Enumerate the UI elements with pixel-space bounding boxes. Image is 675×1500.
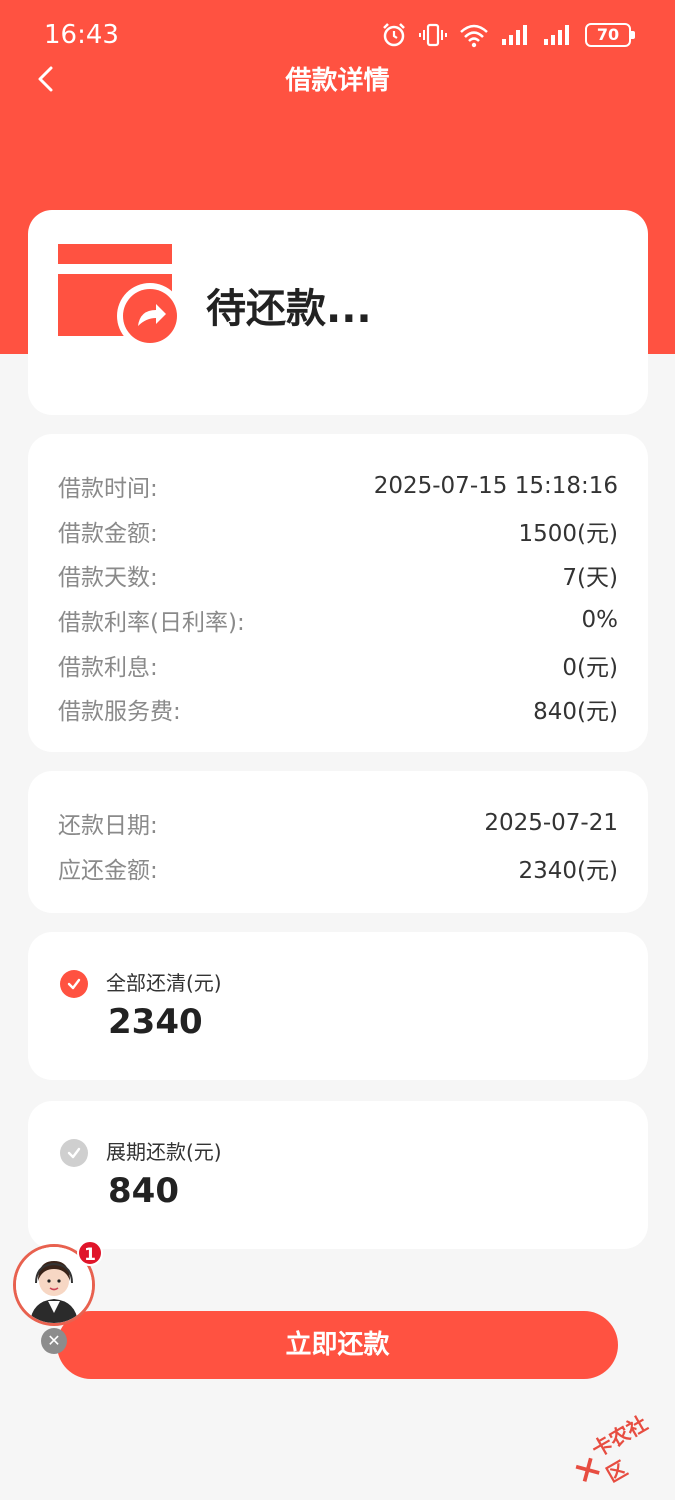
status-icons: 70	[381, 18, 635, 52]
info-label: 借款利息:	[58, 654, 158, 681]
signal-icon	[502, 25, 527, 45]
nav-bar: 借款详情	[0, 50, 675, 108]
wifi-icon	[460, 24, 488, 48]
page-title: 借款详情	[285, 66, 390, 96]
info-value: 7(天)	[562, 565, 618, 592]
battery-icon: 70	[585, 23, 635, 47]
info-row-service-fee: 借款服务费: 840(元)	[58, 687, 618, 732]
info-label: 借款服务费:	[58, 699, 181, 726]
info-row-loan-amount: 借款金额: 1500(元)	[58, 509, 618, 554]
info-row-repay-amount: 应还金额: 2340(元)	[58, 846, 618, 891]
info-label: 借款时间:	[58, 476, 158, 503]
option-amount: 2340	[108, 1002, 203, 1042]
info-value: 2025-07-21	[484, 810, 618, 837]
check-icon[interactable]	[60, 1139, 88, 1167]
info-label: 借款利率(日利率):	[58, 610, 245, 637]
repay-info-card: 还款日期: 2025-07-21 应还金额: 2340(元)	[28, 771, 648, 913]
option-amount: 840	[108, 1171, 179, 1211]
info-value: 0%	[581, 607, 619, 634]
close-icon[interactable]: ✕	[41, 1328, 67, 1354]
info-label: 应还金额:	[58, 857, 158, 884]
alarm-icon	[383, 23, 405, 47]
check-icon[interactable]	[60, 970, 88, 998]
loan-status-text: 待还款...	[206, 286, 372, 332]
vibrate-icon	[419, 23, 447, 47]
info-row-repay-date: 还款日期: 2025-07-21	[58, 801, 618, 846]
loan-info-card: 借款时间: 2025-07-15 15:18:16 借款金额: 1500(元) …	[28, 434, 648, 752]
info-value: 840(元)	[533, 699, 618, 726]
info-value: 2025-07-15 15:18:16	[373, 473, 618, 500]
info-label: 借款天数:	[58, 565, 158, 592]
option-extension-repay[interactable]: 展期还款(元) 840	[28, 1101, 648, 1249]
info-value: 2340(元)	[518, 857, 618, 884]
option-label: 展期还款(元)	[106, 1140, 222, 1164]
signal-icon	[544, 25, 569, 45]
info-row-interest: 借款利息: 0(元)	[58, 642, 618, 687]
card-refund-icon	[58, 244, 183, 349]
option-label: 全部还清(元)	[106, 971, 222, 995]
info-row-interest-rate: 借款利率(日利率): 0%	[58, 598, 618, 643]
repay-now-button[interactable]: 立即还款	[57, 1311, 618, 1379]
info-label: 借款金额:	[58, 520, 158, 547]
option-full-repay[interactable]: 全部还清(元) 2340	[28, 932, 648, 1080]
info-row-loan-days: 借款天数: 7(天)	[58, 553, 618, 598]
notification-badge: 1	[77, 1240, 103, 1266]
loan-status-card: 待还款...	[28, 210, 648, 415]
info-label: 还款日期:	[58, 813, 158, 840]
info-row-loan-time: 借款时间: 2025-07-15 15:18:16	[58, 464, 618, 509]
watermark: 卡农社区	[564, 1399, 675, 1500]
info-value: 0(元)	[562, 654, 618, 681]
status-time: 16:43	[44, 20, 119, 50]
info-value: 1500(元)	[518, 520, 618, 547]
